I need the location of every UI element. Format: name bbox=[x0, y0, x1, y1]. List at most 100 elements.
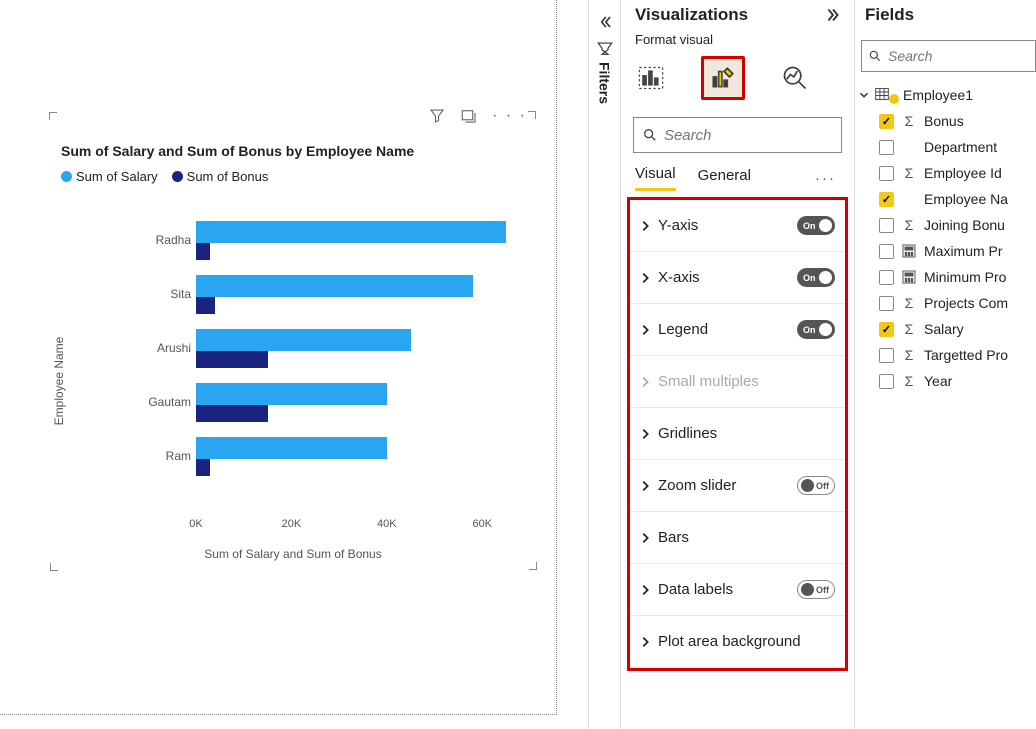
field-checkbox[interactable] bbox=[879, 244, 894, 259]
format-item[interactable]: Zoom sliderOff bbox=[630, 460, 845, 512]
field-row[interactable]: Department bbox=[855, 134, 1036, 160]
field-checkbox[interactable] bbox=[879, 296, 894, 311]
bar-salary[interactable] bbox=[196, 329, 411, 351]
toggle[interactable]: Off bbox=[797, 580, 835, 599]
table-row[interactable]: Employee1 bbox=[855, 82, 1036, 108]
search-icon bbox=[642, 126, 658, 144]
field-checkbox[interactable] bbox=[879, 270, 894, 285]
chevron-right-icon[interactable] bbox=[822, 4, 844, 26]
field-name: Minimum Pro bbox=[924, 269, 1006, 285]
more-tabs-icon[interactable]: ··· bbox=[815, 170, 840, 187]
format-search-box[interactable] bbox=[633, 117, 842, 153]
plot-region: RadhaSitaArushiGautamRam 0K20K40K60K bbox=[151, 218, 530, 514]
field-checkbox[interactable] bbox=[879, 114, 894, 129]
fields-search-input[interactable] bbox=[888, 48, 1029, 64]
field-row[interactable]: Minimum Pro bbox=[855, 264, 1036, 290]
format-item[interactable]: Bars bbox=[630, 512, 845, 564]
bar-group: Radha bbox=[196, 218, 530, 262]
sigma-icon: Σ bbox=[902, 296, 916, 310]
field-row[interactable]: Employee Na bbox=[855, 186, 1036, 212]
toggle[interactable]: On bbox=[797, 216, 835, 235]
filter-icon[interactable] bbox=[428, 107, 446, 125]
field-checkbox[interactable] bbox=[879, 374, 894, 389]
format-subtabs: Visual General ··· bbox=[621, 161, 854, 191]
blank-icon bbox=[902, 140, 916, 154]
field-row[interactable]: Σ Salary bbox=[855, 316, 1036, 342]
bar-bonus[interactable] bbox=[196, 351, 268, 368]
build-visual-icon[interactable] bbox=[635, 62, 667, 94]
field-name: Maximum Pr bbox=[924, 243, 1003, 259]
fields-search-box[interactable] bbox=[861, 40, 1036, 72]
field-row[interactable]: ΣBonus bbox=[855, 108, 1036, 134]
field-name: Bonus bbox=[924, 113, 964, 129]
field-row[interactable]: ΣEmployee Id bbox=[855, 160, 1036, 186]
legend-label-bonus: Sum of Bonus bbox=[187, 169, 269, 184]
chevron-right-icon bbox=[638, 219, 652, 233]
search-icon bbox=[868, 48, 882, 64]
x-axis-title: Sum of Salary and Sum of Bonus bbox=[204, 547, 381, 561]
field-checkbox[interactable] bbox=[879, 166, 894, 181]
report-canvas[interactable]: · · · Sum of Salary and Sum of Bonus by … bbox=[0, 0, 557, 715]
toggle[interactable]: On bbox=[797, 320, 835, 339]
tab-general[interactable]: General bbox=[698, 167, 751, 190]
chevron-left-icon[interactable] bbox=[595, 12, 615, 32]
field-checkbox[interactable] bbox=[879, 218, 894, 233]
field-checkbox[interactable] bbox=[879, 192, 894, 207]
format-item[interactable]: X-axisOn bbox=[630, 252, 845, 304]
chart-plot-area: Employee Name Sum of Salary and Sum of B… bbox=[51, 193, 535, 569]
format-item[interactable]: Y-axisOn bbox=[630, 200, 845, 252]
sigma-icon: Σ bbox=[902, 374, 916, 388]
focus-mode-icon[interactable] bbox=[460, 107, 478, 125]
format-item[interactable]: Data labelsOff bbox=[630, 564, 845, 616]
x-tick: 40K bbox=[377, 518, 397, 530]
x-tick: 0K bbox=[189, 518, 202, 530]
category-label: Ram bbox=[146, 449, 191, 463]
field-row[interactable]: ΣTargetted Pro bbox=[855, 342, 1036, 368]
bar-salary[interactable] bbox=[196, 383, 387, 405]
field-name: Salary bbox=[924, 321, 964, 337]
visual-header: · · · bbox=[428, 107, 527, 125]
format-item[interactable]: LegendOn bbox=[630, 304, 845, 356]
format-item[interactable]: Plot area background bbox=[630, 616, 845, 668]
category-label: Sita bbox=[146, 287, 191, 301]
bar-group: Arushi bbox=[196, 326, 530, 370]
sigma-icon: Σ bbox=[902, 322, 916, 336]
analytics-icon[interactable] bbox=[779, 62, 811, 94]
chart-legend: Sum of Salary Sum of Bonus bbox=[61, 169, 268, 184]
bar-bonus[interactable] bbox=[196, 243, 210, 260]
filters-pane-collapsed[interactable]: Filters bbox=[588, 0, 621, 729]
legend-swatch-salary bbox=[61, 171, 72, 182]
chevron-right-icon bbox=[638, 531, 652, 545]
field-row[interactable]: Maximum Pr bbox=[855, 238, 1036, 264]
tab-visual[interactable]: Visual bbox=[635, 165, 676, 191]
field-name: Year bbox=[924, 373, 952, 389]
format-item[interactable]: Gridlines bbox=[630, 408, 845, 460]
format-options-highlighted: Y-axisOnX-axisOnLegendOnSmall multiplesG… bbox=[627, 197, 848, 671]
field-row[interactable]: ΣProjects Com bbox=[855, 290, 1036, 316]
format-search-input[interactable] bbox=[664, 127, 833, 144]
bar-bonus[interactable] bbox=[196, 459, 210, 476]
format-visual-icon[interactable] bbox=[701, 56, 745, 100]
field-checkbox[interactable] bbox=[879, 348, 894, 363]
more-options-icon[interactable]: · · · bbox=[492, 107, 527, 125]
format-item[interactable]: Small multiples bbox=[630, 356, 845, 408]
field-checkbox[interactable] bbox=[879, 140, 894, 155]
bar-salary[interactable] bbox=[196, 437, 387, 459]
bar-salary[interactable] bbox=[196, 221, 506, 243]
bar-bonus[interactable] bbox=[196, 405, 268, 422]
calculator-icon bbox=[902, 270, 916, 284]
field-checkbox[interactable] bbox=[879, 322, 894, 337]
legend-label-salary: Sum of Salary bbox=[76, 169, 158, 184]
toggle[interactable]: Off bbox=[797, 476, 835, 495]
bar-bonus[interactable] bbox=[196, 297, 215, 314]
chart-visual-container[interactable]: · · · Sum of Salary and Sum of Bonus by … bbox=[51, 113, 535, 569]
format-visual-label: Format visual bbox=[621, 30, 854, 53]
resize-handle-tl[interactable] bbox=[49, 111, 61, 123]
field-row[interactable]: ΣJoining Bonu bbox=[855, 212, 1036, 238]
chevron-right-icon bbox=[638, 479, 652, 493]
toggle[interactable]: On bbox=[797, 268, 835, 287]
bar-salary[interactable] bbox=[196, 275, 473, 297]
field-row[interactable]: Σ Year bbox=[855, 368, 1036, 394]
chevron-right-icon bbox=[638, 635, 652, 649]
category-label: Arushi bbox=[146, 341, 191, 355]
